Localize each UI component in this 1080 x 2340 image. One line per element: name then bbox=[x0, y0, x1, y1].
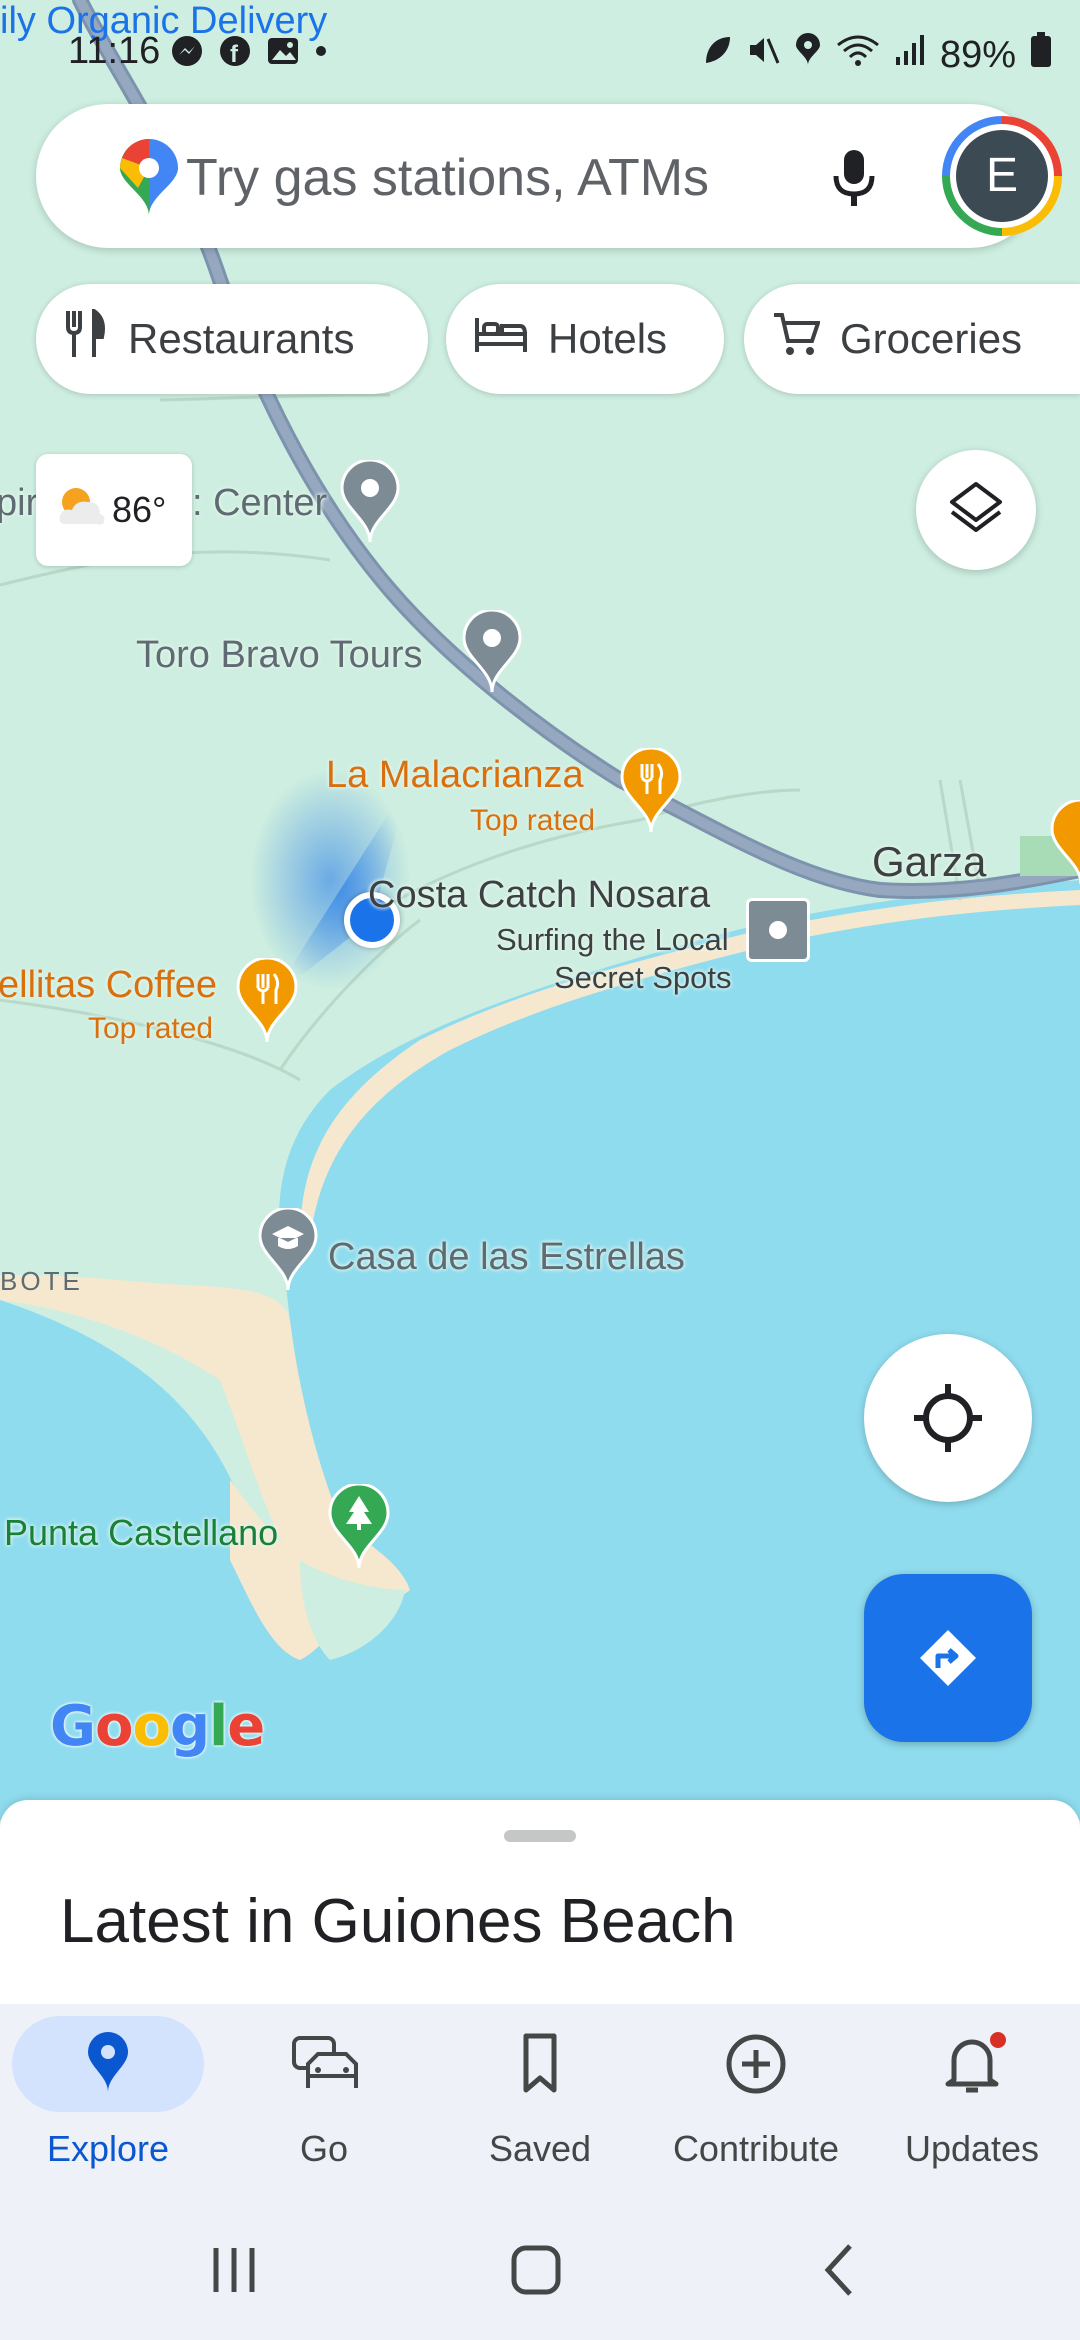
signal-icon bbox=[894, 33, 926, 77]
search-bar[interactable]: Try gas stations, ATMs E bbox=[36, 104, 1062, 248]
poi-pin-gray-icon[interactable] bbox=[462, 608, 522, 699]
nav-explore[interactable]: Explore bbox=[0, 2004, 216, 2200]
sheet-drag-handle[interactable] bbox=[504, 1830, 576, 1842]
my-location-button[interactable] bbox=[864, 1334, 1032, 1502]
layers-button[interactable] bbox=[916, 450, 1036, 570]
status-time: 11:16 bbox=[68, 30, 161, 72]
bed-icon bbox=[474, 314, 528, 364]
avatar-letter: E bbox=[956, 130, 1048, 222]
nav-updates[interactable]: Updates bbox=[864, 2004, 1080, 2200]
recent-apps-icon[interactable] bbox=[206, 2242, 262, 2303]
layers-icon bbox=[948, 480, 1004, 545]
leaf-icon bbox=[702, 33, 732, 77]
facebook-icon: f bbox=[218, 34, 252, 73]
nav-go[interactable]: Go bbox=[216, 2004, 432, 2200]
park-pin-icon[interactable] bbox=[328, 1482, 390, 1575]
nav-label-explore: Explore bbox=[46, 2128, 170, 2169]
map-label-bote: BOTE bbox=[0, 1266, 83, 1296]
directions-button[interactable] bbox=[864, 1574, 1032, 1742]
car-icon bbox=[288, 2032, 360, 2101]
fork-knife-icon bbox=[64, 307, 108, 369]
map-label-casa[interactable]: Casa de las Estrellas bbox=[328, 1236, 685, 1279]
svg-text:f: f bbox=[230, 41, 239, 68]
status-bar: 11:16 f 89% bbox=[0, 20, 1080, 90]
explore-pin-icon bbox=[72, 2032, 144, 2101]
chip-groceries[interactable]: Groceries bbox=[744, 284, 1080, 394]
map-label-toro-bravo[interactable]: Toro Bravo Tours bbox=[136, 634, 423, 677]
map-label-top-rated: Top rated bbox=[88, 1012, 214, 1045]
plus-circle-icon bbox=[720, 2032, 792, 2101]
wifi-icon bbox=[836, 33, 880, 77]
map-label-surfing-2[interactable]: Secret Spots bbox=[554, 960, 731, 996]
school-pin-icon[interactable] bbox=[258, 1206, 318, 1297]
crosshair-icon bbox=[912, 1382, 984, 1459]
weather-temp: 86° bbox=[112, 489, 167, 530]
directions-icon bbox=[918, 1628, 978, 1693]
search-input[interactable]: Try gas stations, ATMs bbox=[186, 148, 709, 208]
chip-label: Restaurants bbox=[128, 315, 355, 362]
surf-spot-icon[interactable] bbox=[746, 898, 810, 962]
nav-label-saved: Saved bbox=[488, 2128, 592, 2169]
account-avatar[interactable]: E bbox=[942, 116, 1062, 236]
battery-icon bbox=[1030, 32, 1052, 78]
chip-hotels[interactable]: Hotels bbox=[446, 284, 724, 394]
mute-icon bbox=[746, 33, 780, 77]
nav-label-go: Go bbox=[299, 2128, 349, 2169]
restaurant-pin-icon[interactable] bbox=[236, 956, 298, 1049]
partly-cloudy-icon bbox=[56, 484, 106, 537]
map-label-punta-castellano[interactable]: Punta Castellano bbox=[4, 1512, 278, 1554]
map-label-surfing-1[interactable]: Surfing the Local bbox=[496, 922, 729, 958]
bottom-navigation: Explore Go Saved Contribute Updates bbox=[0, 2004, 1080, 2200]
chip-label: Groceries bbox=[840, 315, 1023, 362]
home-icon[interactable] bbox=[508, 2242, 564, 2303]
chip-restaurants[interactable]: Restaurants bbox=[36, 284, 428, 394]
restaurant-pin-icon[interactable] bbox=[620, 746, 682, 839]
location-icon bbox=[794, 33, 822, 77]
sheet-title: Latest in Guiones Beach bbox=[60, 1887, 736, 1956]
map-label-la-malacrianza[interactable]: La Malacrianza bbox=[326, 754, 584, 797]
dot-icon bbox=[314, 44, 328, 63]
back-icon[interactable] bbox=[812, 2242, 868, 2303]
map-label-top-rated: Top rated bbox=[470, 804, 596, 837]
map-label-costa-catch[interactable]: Costa Catch Nosara bbox=[368, 874, 710, 917]
poi-pin-gray-icon[interactable] bbox=[340, 458, 400, 549]
restaurant-pin-icon[interactable] bbox=[1050, 798, 1080, 891]
battery-percent: 89% bbox=[939, 33, 1016, 76]
bottom-sheet[interactable]: Latest in Guiones Beach bbox=[0, 1800, 1080, 2004]
system-navigation-bar bbox=[0, 2200, 1080, 2340]
cart-icon bbox=[772, 311, 821, 367]
nav-label-updates: Updates bbox=[904, 2128, 1040, 2169]
microphone-icon[interactable] bbox=[828, 148, 880, 217]
maps-pin-logo-icon bbox=[118, 138, 180, 223]
nav-contribute[interactable]: Contribute bbox=[648, 2004, 864, 2200]
map-label-garza[interactable]: Garza bbox=[872, 838, 986, 886]
gallery-icon bbox=[266, 34, 300, 73]
chip-label: Hotels bbox=[548, 315, 668, 362]
bell-icon bbox=[936, 2032, 1008, 2101]
weather-widget[interactable]: 86° bbox=[36, 454, 192, 566]
bookmark-icon bbox=[504, 2032, 576, 2101]
map-label-coffee[interactable]: ellitas Coffee bbox=[0, 964, 217, 1007]
map-canvas[interactable]: piri : Center Toro Bravo Tours La Malacr… bbox=[0, 0, 1080, 1820]
nav-saved[interactable]: Saved bbox=[432, 2004, 648, 2200]
google-logo: Google bbox=[50, 1694, 265, 1759]
messenger-icon bbox=[170, 34, 204, 73]
map-label-center[interactable]: : Center bbox=[192, 482, 327, 525]
nav-label-contribute: Contribute bbox=[672, 2128, 840, 2169]
